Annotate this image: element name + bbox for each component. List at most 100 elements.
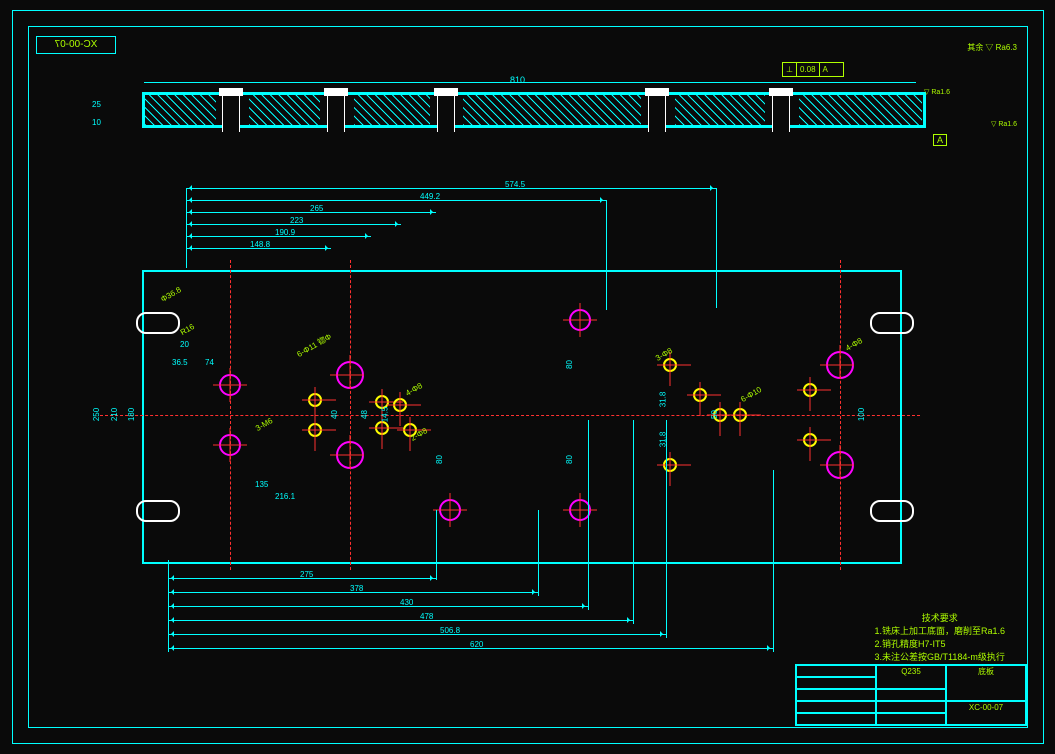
tb-cell	[796, 689, 876, 701]
dim-265-txt: 265	[310, 204, 323, 213]
section-bottom-edge	[142, 125, 926, 128]
dim-478-txt: 478	[420, 612, 433, 621]
dim-5745	[186, 188, 716, 189]
dim-74: 74	[205, 358, 214, 367]
dim-80: 80	[435, 455, 444, 464]
bolt-hole	[222, 88, 240, 132]
mounting-slot	[136, 312, 180, 334]
centerline-v	[230, 260, 231, 570]
note-1: 1.铣床上加工底面，磨削至Ra1.6	[874, 625, 1005, 638]
bolt-hole	[648, 88, 666, 132]
ext	[538, 510, 539, 596]
ext	[436, 510, 437, 580]
dim-5068	[168, 634, 666, 635]
dim-145: 14.5	[380, 407, 389, 423]
dim-80b: 80	[565, 455, 574, 464]
dim-1909-txt: 190.9	[275, 228, 295, 237]
geometric-tolerance: ⊥ 0.08 A	[782, 62, 844, 77]
section-view	[104, 92, 926, 128]
bolt-hole	[327, 88, 345, 132]
dim-5068-txt: 506.8	[440, 626, 460, 635]
gd-symbol: ⊥	[783, 63, 797, 76]
tb-cell	[796, 701, 876, 713]
dim-250: 250	[92, 408, 101, 421]
dim-275-txt: 275	[300, 570, 313, 579]
centerline-v	[840, 260, 841, 570]
dim-318a: 31.8	[658, 392, 667, 408]
hole-sm	[663, 358, 677, 372]
gd-datum: A	[820, 63, 831, 76]
notes-title: 技术要求	[874, 612, 1005, 625]
bolt-hole	[437, 88, 455, 132]
dim-4492	[186, 200, 606, 201]
hole-sm	[308, 393, 322, 407]
surface-ra16: ▽ Ra1.6	[991, 120, 1017, 128]
title-block: Q235 底板 XC-00-07	[795, 664, 1027, 726]
hatch	[675, 95, 765, 125]
ext	[666, 420, 667, 638]
ext	[186, 188, 187, 268]
dim-378-txt: 378	[350, 584, 363, 593]
surface-ra16: ▽ Ra1.6	[924, 88, 950, 96]
dim-5745-txt: 574.5	[505, 180, 525, 189]
hatch	[799, 95, 922, 125]
plan-view: Φ36.8 R16 3-M6 6-Φ11 锪Φ 4-Φ8 2-Φ8 3-Φ8 6…	[100, 270, 900, 560]
plate-outline	[142, 270, 902, 564]
ext	[168, 560, 169, 652]
tb-material: Q235	[876, 665, 946, 689]
dim-20: 20	[180, 340, 189, 349]
dim-478	[168, 620, 633, 621]
dim-25: 25	[92, 100, 101, 109]
dim-135: 135	[255, 480, 268, 489]
dim-210: 210	[110, 408, 119, 421]
dim-50: 50	[710, 410, 719, 419]
mounting-slot	[870, 500, 914, 522]
dim-810: 810	[510, 75, 525, 85]
surface-finish-main: 其余 ▽ Ra6.3	[967, 42, 1017, 53]
hole	[569, 309, 591, 331]
bolt-hole	[772, 88, 790, 132]
mounting-slot	[136, 500, 180, 522]
dim-10: 10	[92, 118, 101, 127]
hole-sm	[693, 388, 707, 402]
hatch	[463, 95, 641, 125]
cad-canvas[interactable]: XC-00-07 其余 ▽ Ra6.3 ⊥ 0.08 A 810 25 10 ▽…	[0, 0, 1055, 754]
hole-sm	[393, 398, 407, 412]
tb-cell	[876, 689, 946, 701]
hole-sm	[803, 433, 817, 447]
hole-sm	[803, 383, 817, 397]
ext	[773, 470, 774, 652]
tb-partname: 底板	[946, 665, 1026, 701]
hatch	[354, 95, 430, 125]
note-2: 2.销孔精度H7-IT5	[874, 638, 1005, 651]
tb-cell	[876, 713, 946, 725]
dim-48: 48	[360, 410, 369, 419]
dim-223-txt: 223	[290, 216, 303, 225]
hole	[439, 499, 461, 521]
hole-sm	[733, 408, 747, 422]
centerline-h	[100, 415, 920, 416]
mounting-slot	[870, 312, 914, 334]
tb-cell	[796, 713, 876, 725]
dim-430	[168, 606, 588, 607]
section-right-edge	[923, 92, 926, 128]
hatch	[249, 95, 320, 125]
dim-4492-txt: 449.2	[420, 192, 440, 201]
ext	[633, 420, 634, 624]
hole-sm	[308, 423, 322, 437]
dim-line-810	[144, 82, 916, 83]
dim-180: 180	[127, 408, 136, 421]
technical-notes: 技术要求 1.铣床上加工底面，磨削至Ra1.6 2.销孔精度H7-IT5 3.未…	[874, 612, 1005, 664]
note-3: 3.未注公差按GB/T1184-m级执行	[874, 651, 1005, 664]
tb-dwgno: XC-00-07	[946, 701, 1026, 725]
ext	[588, 420, 589, 610]
hatch	[145, 95, 216, 125]
tb-cell	[796, 665, 876, 677]
tb-cell	[876, 701, 946, 713]
centerline-v	[350, 260, 351, 570]
tb-cell	[796, 677, 876, 689]
dim-1488-txt: 148.8	[250, 240, 270, 249]
dim-620-txt: 620	[470, 640, 483, 649]
datum-a: A	[933, 134, 947, 146]
dim-430-txt: 430	[400, 598, 413, 607]
